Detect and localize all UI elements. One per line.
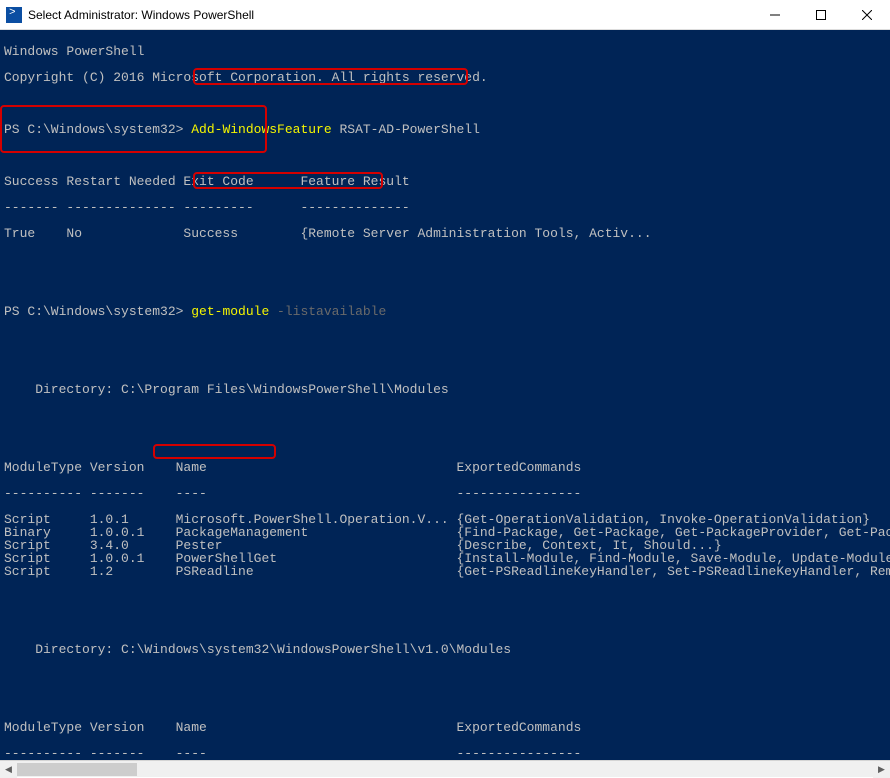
scroll-right-arrow[interactable]: ▶ xyxy=(873,761,890,778)
table-divider: ---------- ------- ---- ---------------- xyxy=(4,747,890,760)
titlebar[interactable]: Select Administrator: Windows PowerShell xyxy=(0,0,890,30)
table-header: Success Restart Needed Exit Code Feature… xyxy=(4,175,890,188)
window-title: Select Administrator: Windows PowerShell xyxy=(28,8,752,22)
table-row: True No Success {Remote Server Administr… xyxy=(4,227,890,240)
table-divider: ---------- ------- ---- ---------------- xyxy=(4,487,890,500)
scroll-left-arrow[interactable]: ◀ xyxy=(0,761,17,778)
intro-line: Windows PowerShell xyxy=(4,45,890,58)
scroll-track[interactable] xyxy=(17,761,873,777)
table-row: Script 1.2 PSReadline {Get-PSReadlineKey… xyxy=(4,565,890,578)
close-button[interactable] xyxy=(844,0,890,29)
intro-line: Copyright (C) 2016 Microsoft Corporation… xyxy=(4,71,890,84)
table-divider: ------- -------------- --------- -------… xyxy=(4,201,890,214)
horizontal-scrollbar[interactable]: ◀ ▶ xyxy=(0,760,890,777)
powershell-console[interactable]: Windows PowerShell Copyright (C) 2016 Mi… xyxy=(0,30,890,760)
powershell-icon xyxy=(6,7,22,23)
maximize-button[interactable] xyxy=(798,0,844,29)
directory-line: Directory: C:\Program Files\WindowsPower… xyxy=(4,383,890,396)
scroll-thumb[interactable] xyxy=(17,763,137,776)
table-header: ModuleType Version Name ExportedCommands xyxy=(4,721,890,734)
directory-line: Directory: C:\Windows\system32\WindowsPo… xyxy=(4,643,890,656)
window-controls xyxy=(752,0,890,29)
minimize-button[interactable] xyxy=(752,0,798,29)
prompt-line: PS C:\Windows\system32> Add-WindowsFeatu… xyxy=(4,123,890,136)
prompt-line: PS C:\Windows\system32> get-module -list… xyxy=(4,305,890,318)
table-header: ModuleType Version Name ExportedCommands xyxy=(4,461,890,474)
